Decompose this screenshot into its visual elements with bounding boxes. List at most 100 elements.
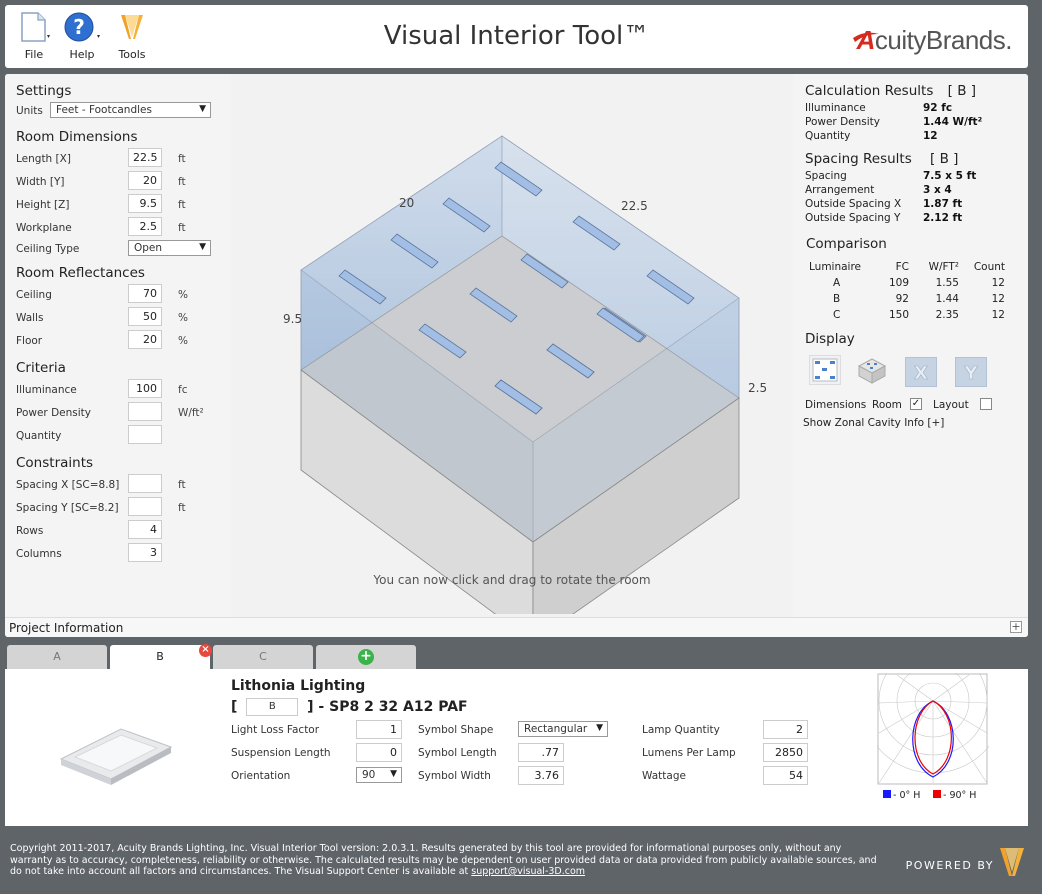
legend-90h-swatch <box>933 790 941 798</box>
footer: Copyright 2011-2017, Acuity Brands Light… <box>0 838 1042 894</box>
table-cell: 1.44 <box>935 293 959 305</box>
height-input[interactable] <box>128 194 162 213</box>
symbol-length-input[interactable] <box>518 743 564 762</box>
ceiling-type-label: Ceiling Type <box>16 243 80 255</box>
calc-quantity-value: 12 <box>923 130 938 142</box>
close-icon[interactable]: × <box>199 644 212 657</box>
power-density-label: Power Density <box>16 407 92 419</box>
ceiling-reflectance-label: Ceiling <box>16 289 52 301</box>
power-density-input[interactable] <box>128 402 162 421</box>
spacing-x-input[interactable] <box>128 474 162 493</box>
add-luminaire-tab[interactable]: + <box>316 645 416 669</box>
brand-name: cuityBrands <box>874 25 1006 55</box>
tab-luminaire-c[interactable]: C <box>213 645 313 669</box>
room-label: Room <box>872 399 902 411</box>
illuminance-input[interactable] <box>128 379 162 398</box>
support-email-link[interactable]: support@visual-3D.com <box>471 866 585 877</box>
powered-by-label: POWERED BY <box>905 859 994 872</box>
y-axis-view-button[interactable]: Y <box>955 357 987 387</box>
outside-spacing-y-label: Outside Spacing Y <box>805 212 901 224</box>
layout-label: Layout <box>933 399 969 411</box>
spacing-y-input[interactable] <box>128 497 162 516</box>
width-unit: ft <box>178 176 186 188</box>
legend-0h-label: - 0° H <box>893 790 920 801</box>
settings-panel: Settings Units Feet - Footcandles ▼ Room… <box>5 74 231 617</box>
dim-length-label: 22.5 <box>621 199 648 213</box>
y-axis-icon: Y <box>963 363 979 385</box>
floor-reflectance-input[interactable] <box>128 330 162 349</box>
symbol-width-input[interactable] <box>518 766 564 785</box>
lumens-per-lamp-input[interactable] <box>763 743 808 762</box>
legend-0h-swatch <box>883 790 891 798</box>
llf-input[interactable] <box>356 720 402 739</box>
outside-spacing-y-value: 2.12 ft <box>923 212 963 224</box>
walls-reflectance-input[interactable] <box>128 307 162 326</box>
room-checkbox[interactable]: ✓ <box>910 398 922 410</box>
rows-input[interactable] <box>128 520 162 539</box>
dim-workplane-label: 2.5 <box>748 381 767 395</box>
dim-height-label: 9.5 <box>283 312 302 326</box>
table-cell: B <box>833 293 841 305</box>
room-dimensions-title: Room Dimensions <box>16 129 138 145</box>
add-icon: + <box>358 649 374 665</box>
illuminance-unit: fc <box>178 384 188 396</box>
ceiling-type-select[interactable]: Open ▼ <box>128 240 211 256</box>
x-axis-view-button[interactable]: X <box>905 357 937 387</box>
ceiling-reflectance-input[interactable] <box>128 284 162 303</box>
outside-spacing-x-label: Outside Spacing X <box>805 198 902 210</box>
rotate-hint: You can now click and drag to rotate the… <box>373 573 651 587</box>
orientation-value: 90 <box>362 769 376 781</box>
length-input[interactable] <box>128 148 162 167</box>
dim-width-label: 20 <box>399 196 414 210</box>
spacing-results-title: Spacing Results [ B ] <box>805 151 958 167</box>
quantity-input[interactable] <box>128 425 162 444</box>
llf-label: Light Loss Factor <box>231 724 320 736</box>
display-title: Display <box>805 331 855 347</box>
luminaire-tag-input[interactable]: B <box>246 698 299 716</box>
project-information-bar[interactable]: Project Information + <box>5 617 1028 637</box>
symbol-width-label: Symbol Width <box>418 770 491 782</box>
table-cell: 109 <box>888 277 909 289</box>
wattage-input[interactable] <box>763 766 808 785</box>
reflectances-title: Room Reflectances <box>16 265 145 281</box>
comparison-title: Comparison <box>806 236 887 252</box>
tab-label: C <box>259 650 267 663</box>
lamp-quantity-input[interactable] <box>763 720 808 739</box>
candela-polar-plot: - 0° H - 90° H <box>877 673 989 801</box>
app-header: File ? Help Tools Visual Interior Tool™ … <box>5 5 1028 68</box>
spacing-x-label: Spacing X [SC=8.8] <box>16 479 120 491</box>
tab-luminaire-a[interactable]: A <box>7 645 107 669</box>
zonal-cavity-link[interactable]: Show Zonal Cavity Info [+] <box>803 417 944 429</box>
power-density-unit: W/ft² <box>178 407 204 419</box>
layout-view-button[interactable] <box>809 355 841 385</box>
legend-90h-label: - 90° H <box>943 790 976 801</box>
quantity-label: Quantity <box>16 430 62 442</box>
columns-label: Columns <box>16 548 62 560</box>
height-label: Height [Z] <box>16 199 70 211</box>
workplane-label: Workplane <box>16 222 72 234</box>
orientation-select[interactable]: 90 ▼ <box>356 767 402 783</box>
symbol-shape-select[interactable]: Rectangular ▼ <box>518 721 608 737</box>
calc-illuminance-value: 92 fc <box>923 102 953 114</box>
comparison-header: Luminaire <box>809 261 862 273</box>
room-3d-canvas[interactable]: 20 22.5 9.5 2.5 <box>231 74 793 614</box>
copyright-body: Copyright 2011-2017, Acuity Brands Light… <box>10 843 877 877</box>
spacing-results-tag: [ B ] <box>930 151 959 167</box>
dimensions-label: Dimensions <box>805 399 867 411</box>
expand-plus-icon[interactable]: + <box>1010 621 1022 633</box>
columns-input[interactable] <box>128 543 162 562</box>
rows-label: Rows <box>16 525 44 537</box>
units-select[interactable]: Feet - Footcandles ▼ <box>50 102 211 118</box>
comparison-header: W/FT² <box>928 261 959 273</box>
table-cell: 12 <box>991 277 1005 289</box>
ceiling-reflectance-unit: % <box>178 289 188 301</box>
width-input[interactable] <box>128 171 162 190</box>
suspension-input[interactable] <box>356 743 402 762</box>
room-view-button[interactable] <box>856 355 888 385</box>
calc-quantity-label: Quantity <box>805 130 851 142</box>
tab-luminaire-b[interactable]: B × <box>110 644 212 671</box>
room-3d-view[interactable]: 20 22.5 9.5 2.5 You can now click and dr… <box>231 74 793 617</box>
calc-results-title-text: Calculation Results <box>805 83 934 99</box>
layout-checkbox[interactable] <box>980 398 992 410</box>
workplane-input[interactable] <box>128 217 162 236</box>
